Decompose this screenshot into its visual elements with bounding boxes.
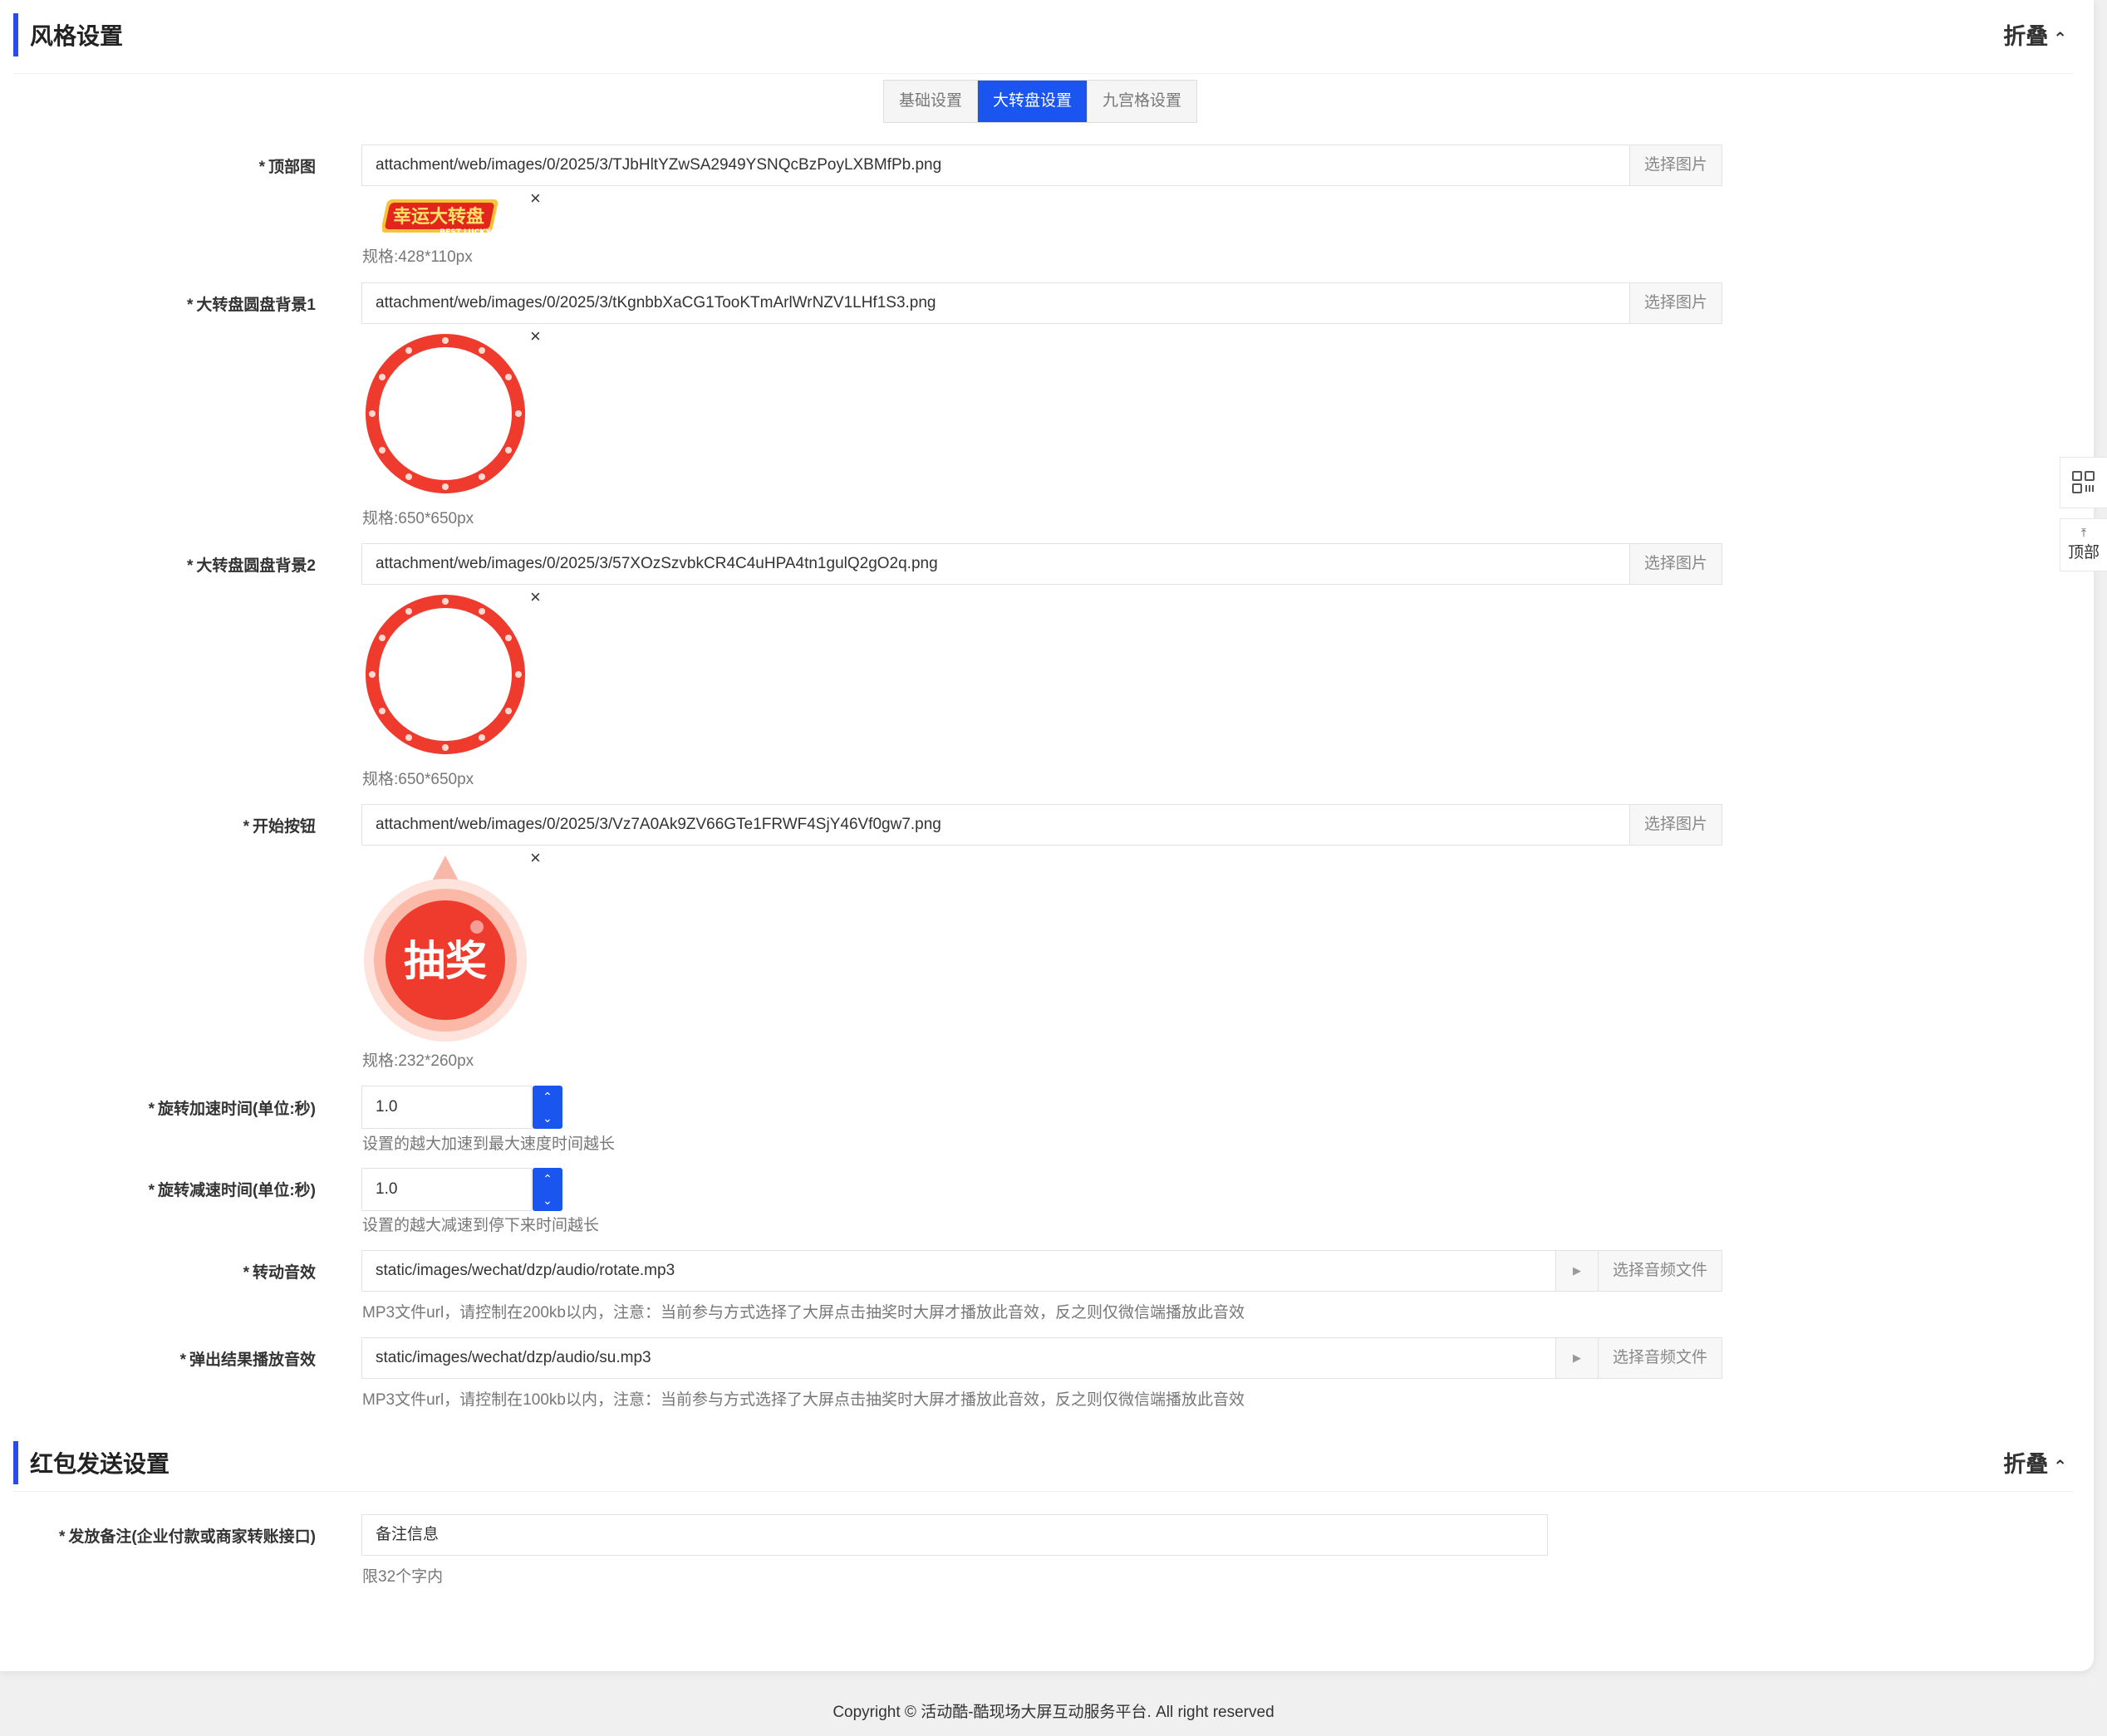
disc-bg2-spec: 规格:650*650px [362,771,474,788]
tab-basic[interactable]: 基础设置 [884,81,978,122]
decrement-icon[interactable]: ⌄ [533,1189,562,1211]
top-image-spec: 规格:428*110px [362,248,473,266]
back-to-top-button[interactable]: ⤒ 顶部 [2060,518,2107,571]
section-title: 风格设置 [30,23,124,49]
result-sound-help: MP3文件url，请控制在100kb以内，注意：当前参与方式选择了大屏点击抽奖时… [362,1391,1245,1409]
remark-field: 备注信息 [361,1514,1548,1556]
back-to-top-label: 顶部 [2067,544,2100,562]
to-top-icon: ⤒ [2080,526,2087,539]
style-section-header: 风格设置 折叠 ⌃ [13,8,2074,74]
disc-bg1-preview [366,334,525,493]
tab-wheel[interactable]: 大转盘设置 [977,81,1088,122]
top-image-preview: 幸运大转盘 BEST LUCKY [382,199,499,237]
increment-icon[interactable]: ⌃ [533,1086,562,1107]
start-button-preview: 抽奖 [364,856,527,1042]
decel-time-label: * 旋转减速时间(单位:秒) [148,1182,316,1199]
decel-time-stepper: 1.0 ⌃ ⌄ [361,1168,562,1211]
decel-time-spinner: ⌃ ⌄ [533,1168,562,1211]
select-image-button[interactable]: 选择图片 [1628,805,1721,845]
select-audio-button[interactable]: 选择音频文件 [1597,1338,1721,1378]
remove-disc-bg1-button[interactable]: × [530,326,541,347]
disc-bg1-spec: 规格:650*650px [362,510,474,527]
top-image-label: * 顶部图 [258,159,316,176]
redpacket-section-header: 红包发送设置 折叠 ⌃ [13,1436,2074,1492]
remove-disc-bg2-button[interactable]: × [530,586,541,608]
accel-time-spinner: ⌃ ⌄ [533,1086,562,1129]
start-button-preview-text: 抽奖 [404,937,487,985]
increment-icon[interactable]: ⌃ [533,1168,562,1189]
decrement-icon[interactable]: ⌄ [533,1107,562,1129]
select-image-button[interactable]: 选择图片 [1628,283,1721,323]
select-audio-button[interactable]: 选择音频文件 [1597,1251,1721,1291]
footer-copyright: Copyright © 活动酷-酷现场大屏互动服务平台. All right r… [832,1704,1275,1721]
section-accent-bar [13,13,18,56]
decel-time-help: 设置的越大减速到停下来时间越长 [362,1217,600,1234]
remove-top-image-button[interactable]: × [530,188,541,209]
top-image-input[interactable]: attachment/web/images/0/2025/3/TJbHltYZw… [362,145,1629,185]
result-sound-label: * 弹出结果播放音效 [179,1351,316,1369]
start-button-input[interactable]: attachment/web/images/0/2025/3/Vz7A0Ak9Z… [362,805,1629,845]
remark-help: 限32个字内 [362,1568,444,1586]
fold-label: 折叠 [2003,24,2049,49]
accel-time-input[interactable]: 1.0 [361,1086,532,1129]
rotate-sound-help: MP3文件url，请控制在200kb以内，注意：当前参与方式选择了大屏点击抽奖时… [362,1304,1245,1322]
chevron-up-icon: ⌃ [2053,1458,2067,1476]
rotate-sound-label: * 转动音效 [243,1264,316,1282]
top-image-preview-sub: BEST LUCKY [440,228,491,237]
remark-input[interactable]: 备注信息 [362,1515,1547,1555]
disc-bg1-input[interactable]: attachment/web/images/0/2025/3/tKgnbbXaC… [362,283,1629,323]
remove-start-button-image[interactable]: × [530,847,541,869]
start-button-label: * 开始按钮 [243,818,316,836]
disc-bg2-input[interactable]: attachment/web/images/0/2025/3/57XOzSzvb… [362,544,1629,584]
section-accent-bar [13,1441,18,1484]
settings-card: 风格设置 折叠 ⌃ 基础设置 大转盘设置 九宫格设置 * 顶部图 attachmen… [0,0,2094,1671]
disc-bg2-field: attachment/web/images/0/2025/3/57XOzSzvb… [361,543,1722,585]
remark-label: * 发放备注(企业付款或商家转账接口) [58,1528,316,1546]
qrcode-icon [2072,471,2095,493]
result-sound-field: static/images/wechat/dzp/audio/su.mp3 ▶ … [361,1337,1722,1379]
select-image-button[interactable]: 选择图片 [1628,145,1721,185]
start-button-field: attachment/web/images/0/2025/3/Vz7A0Ak9Z… [361,804,1722,846]
accel-time-stepper: 1.0 ⌃ ⌄ [361,1086,562,1129]
select-image-button[interactable]: 选择图片 [1628,544,1721,584]
disc-bg1-field: attachment/web/images/0/2025/3/tKgnbbXaC… [361,282,1722,324]
top-image-field: attachment/web/images/0/2025/3/TJbHltYZw… [361,145,1722,186]
accel-time-help: 设置的越大加速到最大速度时间越长 [362,1135,616,1153]
disc-bg1-label: * 大转盘圆盘背景1 [187,297,316,314]
top-image-preview-text: 幸运大转盘 [393,206,484,228]
settings-tabs: 基础设置 大转盘设置 九宫格设置 [883,80,1198,123]
play-icon[interactable]: ▶ [1554,1251,1598,1291]
fold-label: 折叠 [2003,1452,2049,1477]
result-sound-input[interactable]: static/images/wechat/dzp/audio/su.mp3 [362,1338,1555,1378]
accel-time-label: * 旋转加速时间(单位:秒) [148,1101,316,1118]
disc-bg2-preview [366,595,525,754]
rotate-sound-field: static/images/wechat/dzp/audio/rotate.mp… [361,1250,1722,1292]
floating-qrcode[interactable] [2060,457,2107,508]
tab-grid[interactable]: 九宫格设置 [1087,81,1197,122]
start-button-spec: 规格:232*260px [362,1052,474,1070]
rotate-sound-input[interactable]: static/images/wechat/dzp/audio/rotate.mp… [362,1251,1555,1291]
play-icon[interactable]: ▶ [1554,1338,1598,1378]
section-title: 红包发送设置 [30,1451,170,1477]
fold-toggle[interactable]: 折叠 ⌃ [2003,1446,2067,1479]
disc-bg2-label: * 大转盘圆盘背景2 [187,557,316,575]
fold-toggle[interactable]: 折叠 ⌃ [2003,18,2067,51]
decel-time-input[interactable]: 1.0 [361,1168,532,1211]
chevron-up-icon: ⌃ [2053,30,2067,48]
